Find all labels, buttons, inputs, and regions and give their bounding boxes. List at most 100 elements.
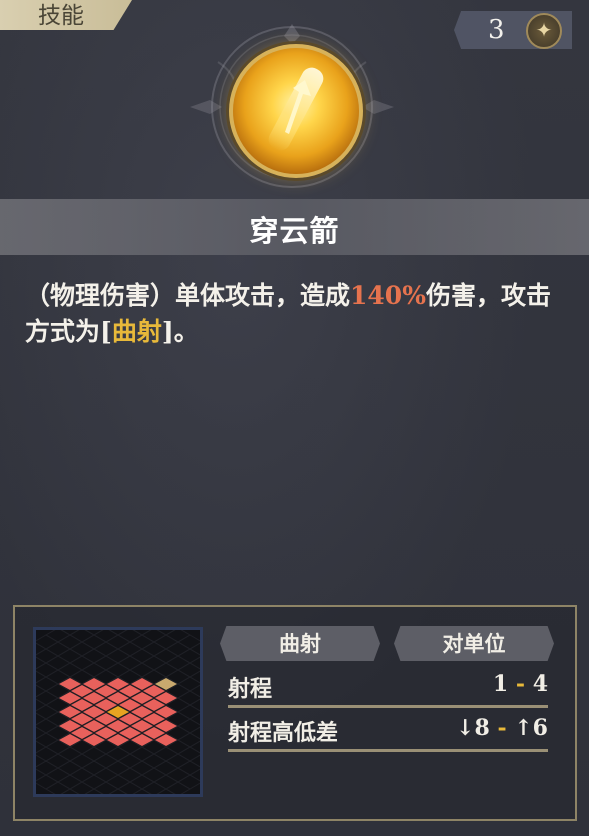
grid-cell <box>69 630 95 643</box>
grid-cell <box>57 760 83 776</box>
grid-cell <box>105 662 131 678</box>
height-down: ↓8 <box>456 715 490 741</box>
height-diff-value: ↓8 - ↑6 <box>456 715 548 741</box>
grid-cell <box>36 760 59 776</box>
grid-cell <box>165 781 191 794</box>
grid-cell <box>156 788 176 794</box>
grid-cell <box>36 634 59 650</box>
grid-cell <box>36 690 59 706</box>
grid-cell <box>36 732 59 748</box>
grid-cell <box>177 774 200 790</box>
grid-cell <box>45 781 71 794</box>
skill-title-band: 穿云箭 <box>0 199 589 255</box>
grid-cell <box>60 788 80 794</box>
grid-cell <box>93 753 119 769</box>
grid-cell <box>177 718 200 734</box>
grid-cell <box>81 662 107 678</box>
grid-cell <box>153 760 179 776</box>
height-up: ↑6 <box>514 715 548 741</box>
grid-cell <box>81 634 107 650</box>
grid-cell <box>177 690 200 706</box>
grid-cell <box>36 704 59 720</box>
grid-cell <box>93 641 119 657</box>
grid-cell <box>45 641 71 657</box>
target-type-button[interactable]: 对单位 <box>394 626 554 661</box>
grid-cell <box>165 655 191 671</box>
grid-cell <box>129 746 155 762</box>
grid-cell <box>165 630 191 643</box>
range-separator: - <box>515 671 526 697</box>
grid-cell <box>141 781 167 794</box>
bracket-close: ] <box>161 317 174 346</box>
grid-cell <box>36 676 59 692</box>
range-label: 射程 <box>228 676 273 702</box>
grid-cell <box>69 641 95 657</box>
desc-end: 。 <box>173 317 199 346</box>
grid-cell <box>69 753 95 769</box>
currency-counter: 3 ✦ <box>454 11 572 49</box>
grid-cell <box>69 655 95 671</box>
grid-cell <box>57 648 83 664</box>
grid-cell <box>156 630 176 636</box>
grid-cell <box>117 655 143 671</box>
grid-cell <box>36 774 59 790</box>
desc-part1: （物理伤害）单体攻击，造成 <box>25 281 351 310</box>
grid-cell <box>36 662 59 678</box>
currency-count: 3 <box>488 15 505 45</box>
grid-cell <box>105 774 131 790</box>
skill-description: （物理伤害）单体攻击，造成140%伤害，攻击方式为[曲射]。 <box>25 278 570 350</box>
grid-cell <box>69 767 95 783</box>
grid-cell <box>177 746 200 762</box>
grid-cell <box>129 760 155 776</box>
grid-cell <box>105 634 131 650</box>
grid-cell <box>45 630 71 643</box>
attack-type-keyword[interactable]: 曲射 <box>112 317 162 346</box>
grid-cell <box>105 648 131 664</box>
grid-cell <box>132 630 152 636</box>
grid-cell <box>117 630 143 643</box>
grid-cell <box>36 648 59 664</box>
grid-cell <box>141 641 167 657</box>
grid-cell <box>129 774 155 790</box>
grid-cell <box>117 641 143 657</box>
grid-cell <box>57 662 83 678</box>
grid-cell <box>177 676 200 692</box>
skill-tab-label: 技能 <box>38 3 84 29</box>
grid-cell <box>105 760 131 776</box>
grid-cell <box>84 630 104 636</box>
grid-cell <box>93 630 119 643</box>
grid-cell <box>117 753 143 769</box>
grid-cell <box>177 704 200 720</box>
golden-arrow-medal-icon[interactable] <box>229 44 363 178</box>
grid-cell <box>69 781 95 794</box>
grid-cell <box>108 630 128 636</box>
skill-name: 穿云箭 <box>249 214 340 248</box>
grid-cell <box>141 655 167 671</box>
grid-cell <box>45 753 71 769</box>
grid-cell <box>57 774 83 790</box>
grid-cell <box>153 662 179 678</box>
grid-cell <box>57 746 83 762</box>
grid-cell <box>93 767 119 783</box>
grid-cell <box>117 767 143 783</box>
grid-cell <box>177 662 200 678</box>
grid-cell <box>153 634 179 650</box>
range-max: 4 <box>532 671 548 697</box>
grid-cell <box>93 781 119 794</box>
grid-cell <box>177 732 200 748</box>
grid-cell <box>177 760 200 776</box>
grid-cell <box>177 648 200 664</box>
star-coin-icon: ✦ <box>526 13 562 49</box>
attack-type-button[interactable]: 曲射 <box>220 626 380 661</box>
grid-cell <box>36 746 59 762</box>
grid-cell <box>177 634 200 650</box>
skill-tab[interactable]: 技能 <box>0 0 132 30</box>
range-row: 射程 1 - 4 <box>228 669 548 708</box>
grid-cell <box>45 655 71 671</box>
grid-cell <box>60 630 80 636</box>
damage-percent: 140% <box>350 281 426 310</box>
grid-cell <box>141 767 167 783</box>
range-grid-preview <box>33 627 203 797</box>
bracket-open: [ <box>100 317 112 346</box>
grid-cell <box>165 753 191 769</box>
